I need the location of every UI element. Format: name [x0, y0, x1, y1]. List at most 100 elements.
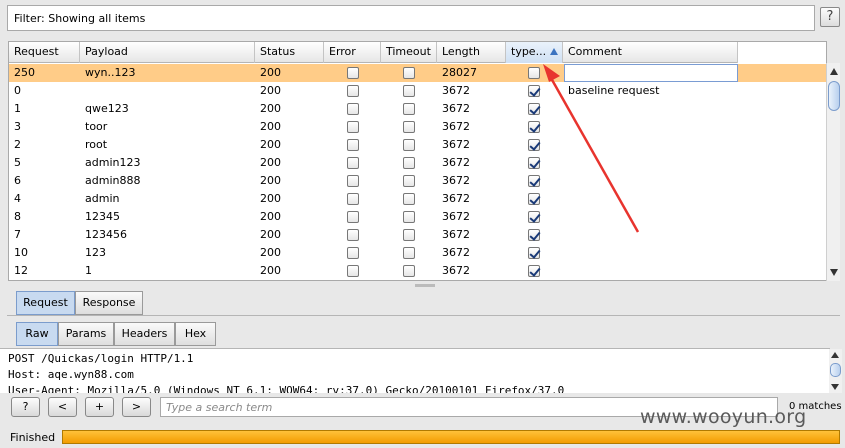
type-checkbox[interactable] [528, 193, 540, 205]
error-checkbox[interactable] [347, 67, 359, 79]
cell-length: 3672 [442, 228, 470, 241]
timeout-checkbox[interactable] [403, 85, 415, 97]
type-checkbox[interactable] [528, 85, 540, 97]
comment-edit-field[interactable] [564, 64, 738, 82]
table-row[interactable]: 250 wyn..123 200 28027 [9, 64, 826, 82]
table-scrollbar[interactable] [826, 63, 840, 281]
filter-help-button[interactable]: ? [820, 7, 840, 27]
timeout-checkbox[interactable] [403, 67, 415, 79]
error-checkbox[interactable] [347, 265, 359, 277]
filter-bar[interactable]: Filter: Showing all items [7, 5, 815, 31]
error-checkbox[interactable] [347, 139, 359, 151]
cell-payload: admin [85, 192, 120, 205]
type-checkbox[interactable] [528, 67, 540, 79]
error-checkbox[interactable] [347, 193, 359, 205]
table-header: Request Payload Status Error Timeout Len… [9, 42, 738, 63]
tab-raw[interactable]: Raw [16, 322, 58, 346]
cell-payload: root [85, 138, 108, 151]
tab-params[interactable]: Params [58, 322, 114, 346]
cell-request: 6 [14, 174, 21, 187]
search-next-button[interactable]: > [122, 397, 151, 417]
cell-comment [563, 244, 568, 262]
table-row[interactable]: 10 123 200 3672 [9, 244, 826, 262]
cell-request: 10 [14, 246, 28, 259]
cell-status: 200 [260, 228, 281, 241]
timeout-checkbox[interactable] [403, 229, 415, 241]
type-checkbox[interactable] [528, 121, 540, 133]
type-checkbox[interactable] [528, 157, 540, 169]
column-header-length[interactable]: Length [437, 42, 506, 63]
table-row[interactable]: 1 qwe123 200 3672 [9, 100, 826, 118]
type-checkbox[interactable] [528, 103, 540, 115]
column-header-status[interactable]: Status [255, 42, 324, 63]
error-checkbox[interactable] [347, 157, 359, 169]
tab-headers[interactable]: Headers [114, 322, 175, 346]
error-checkbox[interactable] [347, 247, 359, 259]
scroll-up-icon[interactable] [830, 68, 838, 75]
cell-request: 1 [14, 102, 21, 115]
timeout-checkbox[interactable] [403, 175, 415, 187]
type-checkbox[interactable] [528, 247, 540, 259]
cell-status: 200 [260, 246, 281, 259]
timeout-checkbox[interactable] [403, 103, 415, 115]
scroll-thumb[interactable] [830, 363, 841, 377]
cell-payload: wyn..123 [85, 66, 136, 79]
search-help-button[interactable]: ? [11, 397, 40, 417]
type-checkbox[interactable] [528, 175, 540, 187]
cell-length: 3672 [442, 156, 470, 169]
cell-request: 3 [14, 120, 21, 133]
column-header-type[interactable]: type... [506, 42, 563, 63]
column-header-payload[interactable]: Payload [80, 42, 255, 63]
timeout-checkbox[interactable] [403, 265, 415, 277]
timeout-checkbox[interactable] [403, 247, 415, 259]
timeout-checkbox[interactable] [403, 211, 415, 223]
cell-status: 200 [260, 210, 281, 223]
scroll-down-icon[interactable] [831, 384, 839, 390]
error-checkbox[interactable] [347, 211, 359, 223]
editor-line: Host: aqe.wyn88.com [8, 368, 134, 381]
timeout-checkbox[interactable] [403, 157, 415, 169]
timeout-checkbox[interactable] [403, 193, 415, 205]
tab-response[interactable]: Response [75, 291, 143, 315]
error-checkbox[interactable] [347, 229, 359, 241]
table-row[interactable]: 2 root 200 3672 [9, 136, 826, 154]
table-row[interactable]: 7 123456 200 3672 [9, 226, 826, 244]
timeout-checkbox[interactable] [403, 139, 415, 151]
table-row[interactable]: 5 admin123 200 3672 [9, 154, 826, 172]
table-row[interactable]: 0 200 3672 baseline request [9, 82, 826, 100]
tab-request[interactable]: Request [16, 291, 75, 315]
cell-request: 250 [14, 66, 35, 79]
search-add-button[interactable]: + [85, 397, 114, 417]
pane-splitter-handle[interactable] [415, 284, 435, 287]
cell-length: 3672 [442, 102, 470, 115]
cell-length: 3672 [442, 264, 470, 277]
column-header-error[interactable]: Error [324, 42, 381, 63]
cell-status: 200 [260, 120, 281, 133]
cell-comment [563, 172, 568, 190]
table-row[interactable]: 8 12345 200 3672 [9, 208, 826, 226]
scroll-thumb[interactable] [828, 81, 840, 111]
type-checkbox[interactable] [528, 265, 540, 277]
editor-line: User-Agent: Mozilla/5.0 (Windows NT 6.1;… [8, 384, 565, 393]
timeout-checkbox[interactable] [403, 121, 415, 133]
search-previous-button[interactable]: < [48, 397, 77, 417]
type-checkbox[interactable] [528, 139, 540, 151]
table-row[interactable]: 12 1 200 3672 [9, 262, 826, 280]
scroll-up-icon[interactable] [831, 352, 839, 358]
raw-request-editor[interactable]: POST /Quickas/login HTTP/1.1 Host: aqe.w… [0, 348, 830, 393]
table-row[interactable]: 3 toor 200 3672 [9, 118, 826, 136]
error-checkbox[interactable] [347, 175, 359, 187]
column-header-timeout[interactable]: Timeout [381, 42, 437, 63]
error-checkbox[interactable] [347, 121, 359, 133]
table-row[interactable]: 4 admin 200 3672 [9, 190, 826, 208]
editor-scrollbar[interactable] [829, 349, 842, 393]
table-row[interactable]: 6 admin888 200 3672 [9, 172, 826, 190]
column-header-request[interactable]: Request [9, 42, 80, 63]
scroll-down-icon[interactable] [830, 269, 838, 276]
error-checkbox[interactable] [347, 85, 359, 97]
type-checkbox[interactable] [528, 229, 540, 241]
type-checkbox[interactable] [528, 211, 540, 223]
column-header-comment[interactable]: Comment [563, 42, 738, 63]
tab-hex[interactable]: Hex [175, 322, 216, 346]
error-checkbox[interactable] [347, 103, 359, 115]
